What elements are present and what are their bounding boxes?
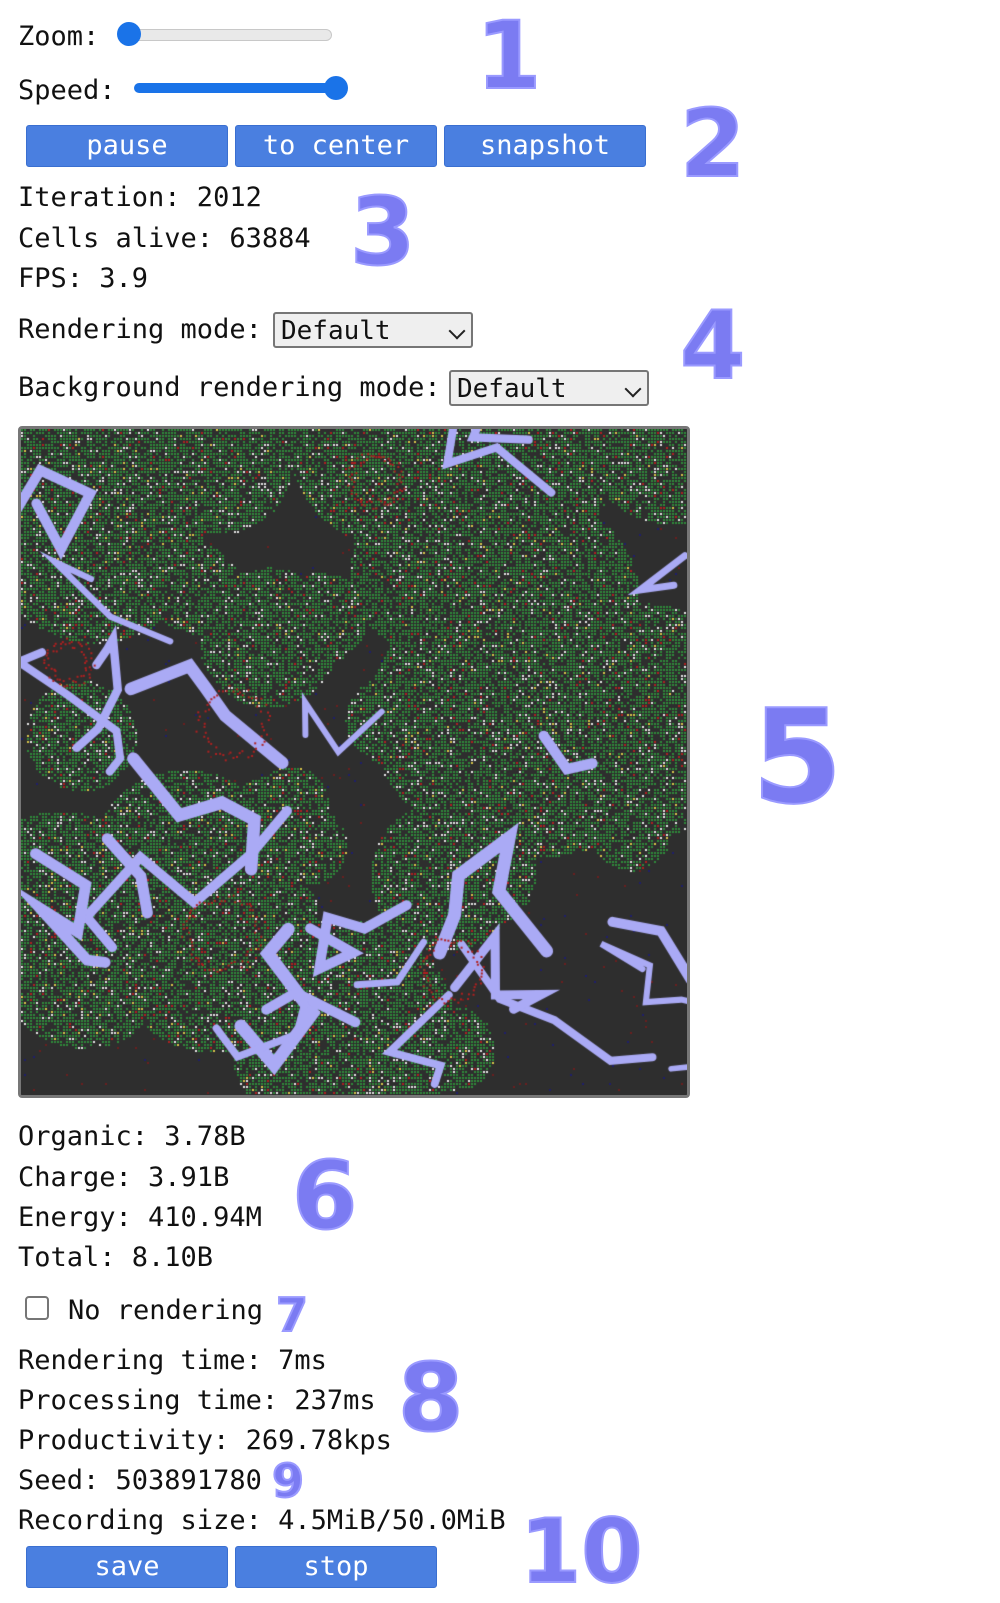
speed-slider-track[interactable]: [134, 83, 346, 93]
rendering-mode-label: Rendering mode:: [18, 314, 262, 345]
fps-text: FPS: 3.9: [18, 263, 149, 294]
background-rendering-mode-value: Default: [457, 374, 567, 404]
annotation-7: 7: [275, 1288, 309, 1342]
simulation-canvas[interactable]: [21, 429, 687, 1095]
annotation-8: 8: [397, 1344, 464, 1453]
energy-text: Energy: 410.94M: [18, 1202, 262, 1233]
zoom-slider-thumb[interactable]: [117, 22, 141, 46]
rendering-mode-select[interactable]: Default: [273, 312, 473, 348]
seed-text: Seed: 503891780: [18, 1465, 262, 1496]
zoom-label: Zoom:: [18, 21, 100, 52]
speed-slider-thumb[interactable]: [324, 76, 348, 100]
annotation-6: 6: [291, 1142, 358, 1251]
rendering-time-text: Rendering time: 7ms: [18, 1345, 327, 1376]
cells-alive-text: Cells alive: 63884: [18, 223, 311, 254]
chevron-down-icon: [448, 322, 466, 340]
annotation-9: 9: [271, 1454, 305, 1508]
background-rendering-mode-select[interactable]: Default: [449, 370, 649, 406]
annotation-3: 3: [349, 178, 416, 287]
organic-text: Organic: 3.78B: [18, 1121, 246, 1152]
annotation-10: 10: [519, 1500, 643, 1603]
annotation-5: 5: [751, 681, 843, 833]
rendering-mode-value: Default: [281, 316, 391, 346]
simulation-canvas-frame[interactable]: [18, 426, 690, 1098]
annotation-4: 4: [679, 292, 746, 401]
no-rendering-checkbox[interactable]: [25, 1296, 49, 1320]
processing-time-text: Processing time: 237ms: [18, 1385, 376, 1416]
to-center-button[interactable]: to center: [235, 125, 437, 167]
save-button[interactable]: save: [26, 1546, 228, 1588]
pause-button[interactable]: pause: [26, 125, 228, 167]
annotation-1: 1: [475, 2, 542, 111]
productivity-text: Productivity: 269.78kps: [18, 1425, 392, 1456]
charge-text: Charge: 3.91B: [18, 1162, 230, 1193]
background-rendering-mode-label: Background rendering mode:: [18, 372, 441, 403]
recording-size-text: Recording size: 4.5MiB/50.0MiB: [18, 1505, 506, 1536]
speed-label: Speed:: [18, 75, 116, 106]
stop-button[interactable]: stop: [235, 1546, 437, 1588]
no-rendering-label: No rendering: [68, 1295, 264, 1326]
annotation-2: 2: [679, 90, 746, 199]
zoom-slider-track[interactable]: [118, 29, 332, 41]
iteration-text: Iteration: 2012: [18, 182, 262, 213]
chevron-down-icon: [624, 380, 642, 398]
total-text: Total: 8.10B: [18, 1242, 214, 1273]
snapshot-button[interactable]: snapshot: [444, 125, 646, 167]
